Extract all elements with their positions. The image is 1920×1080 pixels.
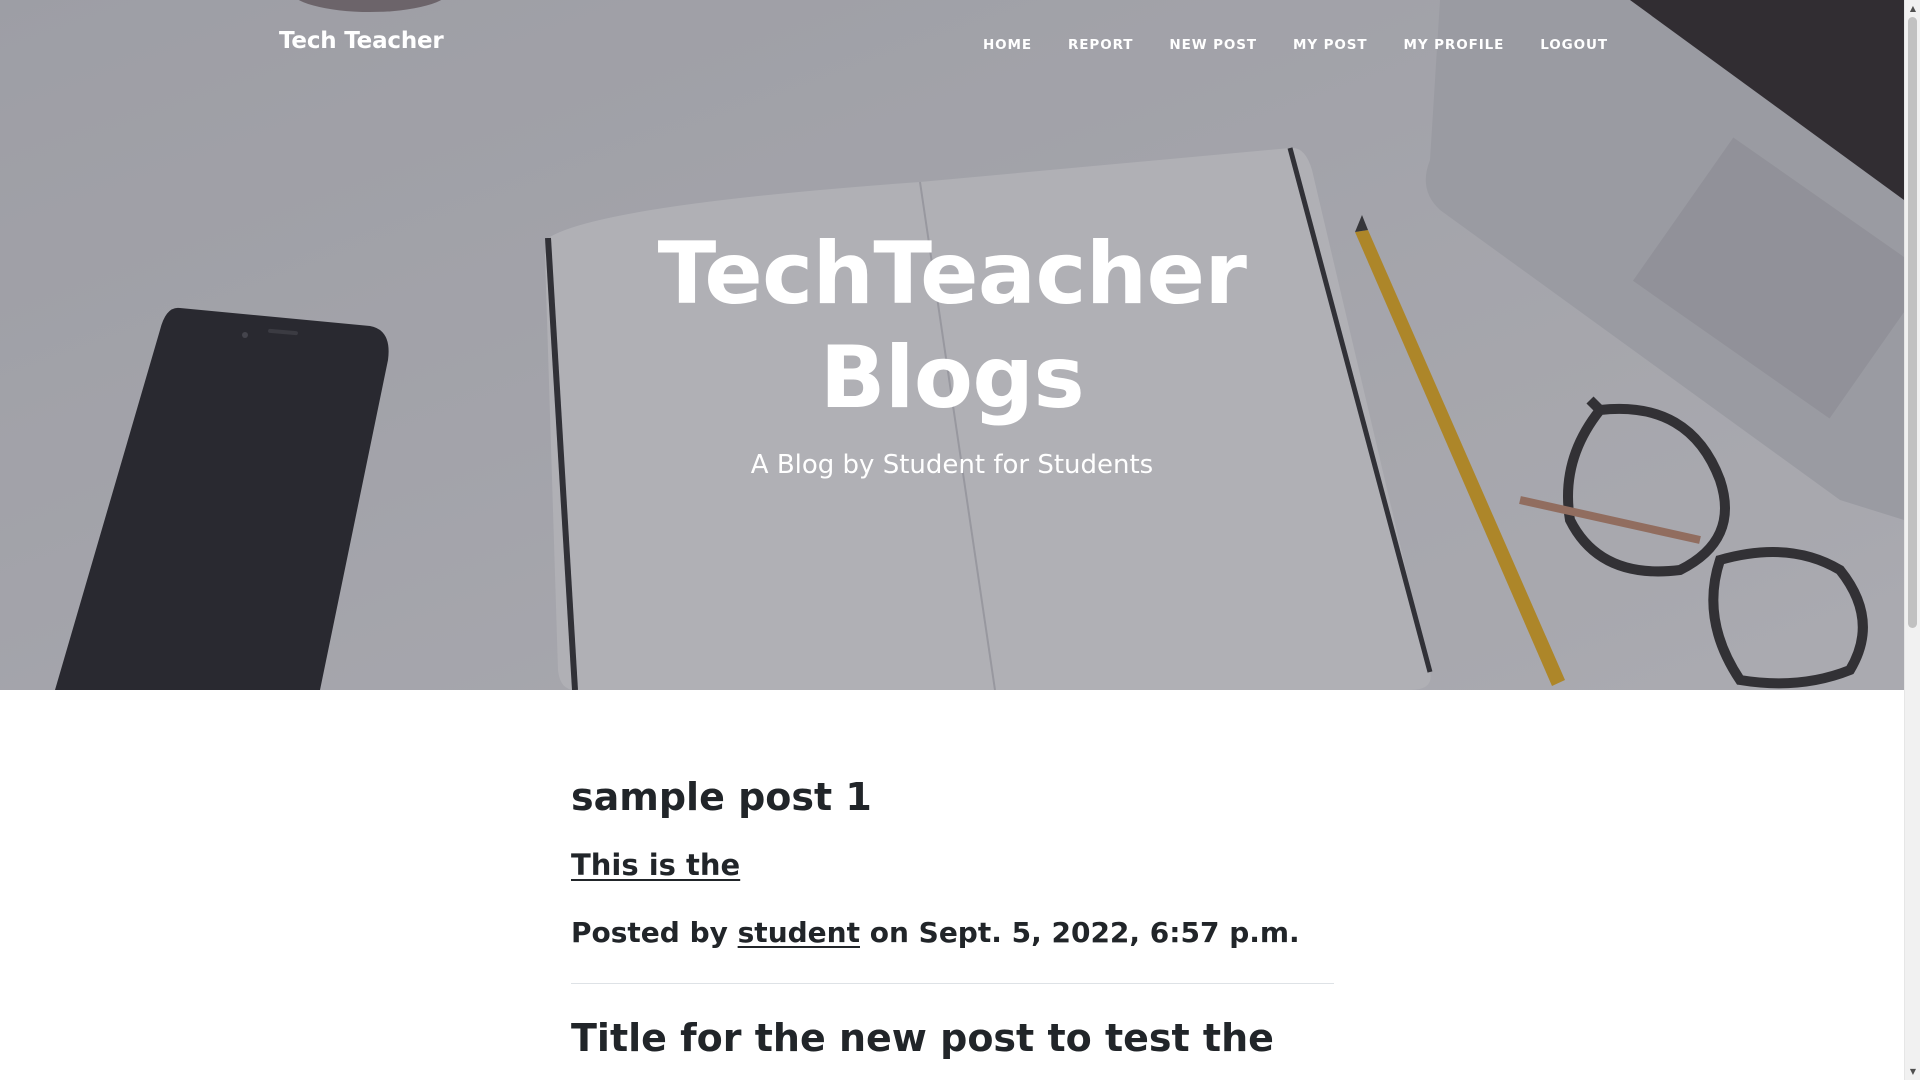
nav-link-my-profile[interactable]: MY PROFILE: [1404, 37, 1505, 53]
nav-item-my-post: MY POST: [1293, 34, 1368, 53]
site-subheading: A Blog by Student for Students: [750, 450, 1154, 480]
post-subtitle-link[interactable]: This is the: [571, 848, 740, 882]
nav-link-home[interactable]: HOME: [983, 37, 1032, 53]
page: Tech Teacher HOME REPORT NEW POST MY POS…: [0, 0, 1904, 1080]
post-preview: Title for the new post to test the: [571, 1016, 1334, 1060]
nav-item-my-profile: MY PROFILE: [1404, 34, 1505, 53]
nav-links: HOME REPORT NEW POST MY POST MY PROFILE …: [947, 34, 1608, 53]
masthead: Tech Teacher HOME REPORT NEW POST MY POS…: [0, 0, 1904, 690]
site-heading: TechTeacher Blogs A Blog by Student for …: [0, 222, 1904, 480]
post-title: Title for the new post to test the: [571, 1016, 1274, 1060]
post-author-link[interactable]: student: [738, 916, 860, 949]
nav-item-new-post: NEW POST: [1169, 34, 1257, 53]
post-preview: sample post 1 This is the Posted by stud…: [571, 690, 1334, 949]
scroll-down-arrow-icon[interactable]: ▼: [1905, 1063, 1920, 1080]
nav-link-logout[interactable]: LOGOUT: [1540, 37, 1608, 53]
post-meta-date: on Sept. 5, 2022, 6:57 p.m.: [869, 916, 1300, 949]
brand-logo-link[interactable]: Tech Teacher: [279, 28, 444, 54]
nav-item-logout: LOGOUT: [1540, 34, 1608, 53]
post-meta: Posted by student on Sept. 5, 2022, 6:57…: [571, 916, 1334, 949]
nav-link-new-post[interactable]: NEW POST: [1169, 37, 1257, 53]
post-divider: [571, 983, 1334, 984]
nav-link-report[interactable]: REPORT: [1068, 37, 1133, 53]
site-title: TechTeacher Blogs: [632, 222, 1272, 430]
browser-viewport: Tech Teacher HOME REPORT NEW POST MY POS…: [0, 0, 1920, 1080]
nav-item-home: HOME: [983, 34, 1032, 53]
post-title: sample post 1: [571, 775, 872, 819]
post-meta-prefix: Posted by: [571, 916, 728, 949]
site-title-line1: TechTeacher: [657, 224, 1247, 324]
main-navbar: Tech Teacher HOME REPORT NEW POST MY POS…: [0, 0, 1904, 90]
nav-link-my-post[interactable]: MY POST: [1293, 37, 1368, 53]
vertical-scrollbar[interactable]: ▲ ▼: [1904, 0, 1920, 1080]
scroll-up-arrow-icon[interactable]: ▲: [1905, 0, 1920, 17]
scrollbar-thumb[interactable]: [1908, 17, 1917, 628]
site-title-line2: Blogs: [819, 328, 1085, 428]
nav-item-report: REPORT: [1068, 34, 1133, 53]
post-list: sample post 1 This is the Posted by stud…: [571, 690, 1334, 1060]
